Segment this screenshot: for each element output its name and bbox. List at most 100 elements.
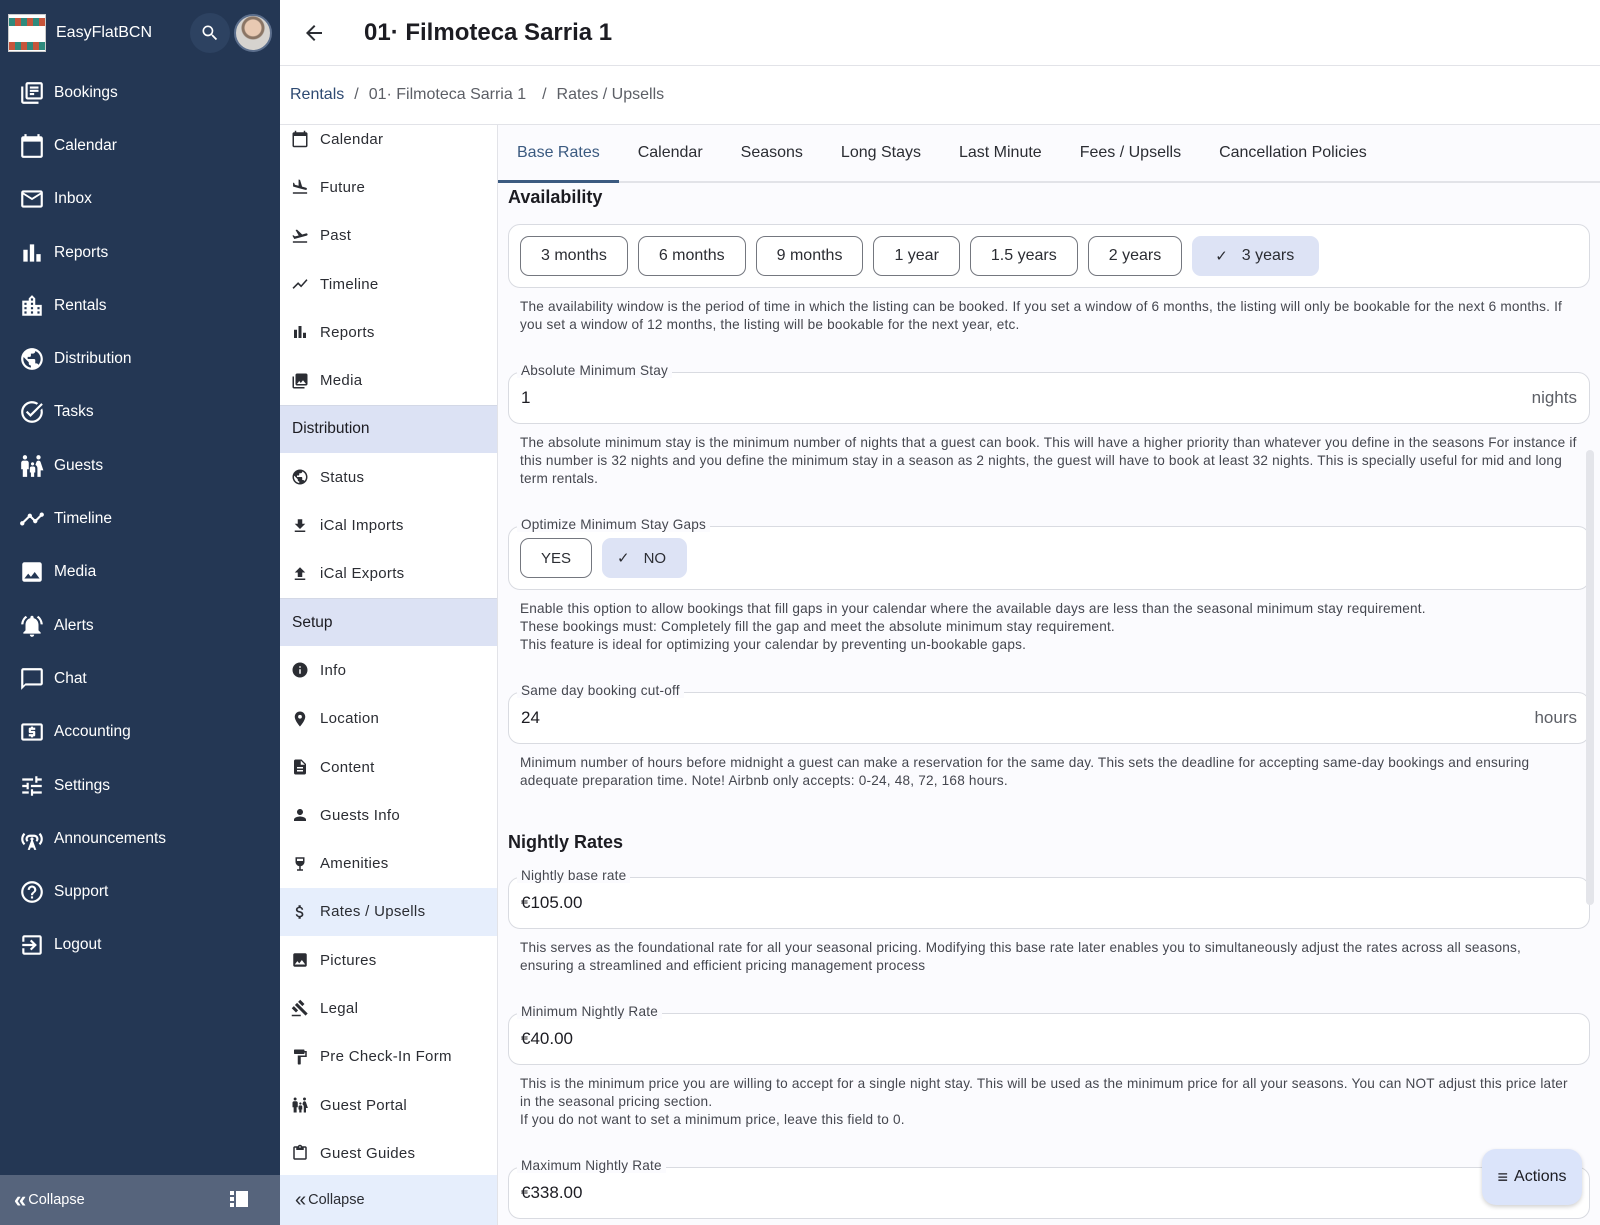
sub-item-reports[interactable]: Reports bbox=[280, 308, 497, 356]
trend-line-icon bbox=[292, 279, 308, 289]
sub-item-label: Rates / Upsells bbox=[320, 903, 426, 921]
availability-option-3-months[interactable]: 3 months bbox=[520, 236, 628, 276]
cutoff-suffix: hours bbox=[1534, 708, 1577, 727]
nav-label: Reports bbox=[54, 243, 109, 261]
min-stay-input[interactable] bbox=[521, 388, 1532, 408]
document-icon bbox=[294, 759, 306, 775]
availability-option-1-5-years[interactable]: 1.5 years bbox=[969, 236, 1078, 276]
tab-seasons[interactable]: Seasons bbox=[722, 125, 822, 181]
check-icon: ✓ bbox=[1215, 248, 1228, 265]
sub-item-status[interactable]: Status bbox=[280, 453, 497, 501]
optimize-gaps-yes[interactable]: YES bbox=[520, 538, 593, 578]
sub-item-label: iCal Exports bbox=[320, 565, 405, 583]
sub-item-amenities[interactable]: Amenities bbox=[280, 839, 497, 887]
sub-item-label: iCal Imports bbox=[320, 517, 404, 535]
availability-option-1-year[interactable]: 1 year bbox=[873, 236, 960, 276]
breadcrumb-rental[interactable]: 01· Filmoteca Sarria 1 bbox=[369, 86, 526, 104]
availability-option-6-months[interactable]: 6 months bbox=[637, 236, 746, 276]
user-avatar[interactable] bbox=[234, 14, 272, 52]
toggle-label: NO bbox=[643, 549, 667, 567]
sub-item-label: Reports bbox=[320, 323, 375, 341]
nav-item-rentals[interactable]: Rentals bbox=[0, 279, 280, 332]
back-button[interactable] bbox=[292, 11, 336, 55]
nav-item-timeline[interactable]: Timeline bbox=[0, 492, 280, 545]
min-stay-help: The absolute minimum stay is the minimum… bbox=[520, 435, 1577, 486]
tab-base-rates[interactable]: Base Rates bbox=[498, 125, 619, 183]
app-collapse-button[interactable]: « Collapse bbox=[0, 1175, 280, 1225]
money-icon bbox=[21, 723, 43, 741]
sub-item-pre-checkin-form[interactable]: Pre Check-In Form bbox=[280, 1033, 497, 1081]
brand-logo[interactable] bbox=[8, 14, 46, 52]
base-rate-input[interactable] bbox=[521, 893, 1577, 913]
nav-item-accounting[interactable]: Accounting bbox=[0, 706, 280, 759]
sub-item-label: Pre Check-In Form bbox=[320, 1048, 452, 1066]
nav-item-inbox[interactable]: Inbox bbox=[0, 173, 280, 226]
max-rate-input[interactable] bbox=[521, 1183, 1577, 1203]
sub-item-calendar[interactable]: Calendar bbox=[280, 125, 497, 163]
person-icon bbox=[294, 809, 306, 822]
nav-item-media[interactable]: Media bbox=[0, 546, 280, 599]
clipboard-icon bbox=[293, 1145, 307, 1161]
tab-fees-upsells[interactable]: Fees / Upsells bbox=[1061, 125, 1200, 181]
nav-item-settings[interactable]: Settings bbox=[0, 759, 280, 812]
nav-item-bookings[interactable]: Bookings bbox=[0, 66, 280, 119]
nav-item-guests[interactable]: Guests bbox=[0, 439, 280, 492]
sub-item-ical-imports[interactable]: iCal Imports bbox=[280, 501, 497, 549]
cutoff-input[interactable] bbox=[521, 708, 1535, 728]
sub-item-location[interactable]: Location bbox=[280, 695, 497, 743]
bar-chart-icon bbox=[23, 243, 41, 262]
app-sidebar: EasyFlatBCN Bookings Calendar Inbox Repo… bbox=[0, 0, 280, 1225]
sliders-icon bbox=[22, 775, 42, 796]
rental-sidebar-collapse-button[interactable]: « Collapse bbox=[280, 1175, 497, 1225]
sub-item-ical-exports[interactable]: iCal Exports bbox=[280, 550, 497, 598]
sub-item-content[interactable]: Content bbox=[280, 743, 497, 791]
tab-long-stays[interactable]: Long Stays bbox=[822, 125, 940, 181]
availability-option-2-years[interactable]: 2 years bbox=[1087, 236, 1183, 276]
help-line: Enable this option to allow bookings tha… bbox=[520, 601, 1426, 616]
nav-item-distribution[interactable]: Distribution bbox=[0, 332, 280, 385]
info-icon bbox=[292, 662, 308, 678]
breadcrumb-rentals[interactable]: Rentals bbox=[290, 86, 344, 104]
nav-item-calendar[interactable]: Calendar bbox=[0, 119, 280, 172]
sub-item-future[interactable]: Future bbox=[280, 163, 497, 211]
nav-label: Rentals bbox=[54, 296, 107, 314]
sub-item-pictures[interactable]: Pictures bbox=[280, 936, 497, 984]
content-scrollbar[interactable] bbox=[1586, 450, 1594, 905]
wine-glass-icon bbox=[295, 856, 305, 871]
tab-cancellation-policies[interactable]: Cancellation Policies bbox=[1200, 125, 1386, 181]
trend-line-icon bbox=[20, 512, 44, 526]
sub-item-guest-portal[interactable]: Guest Portal bbox=[280, 1081, 497, 1129]
sub-item-label: Guests Info bbox=[320, 806, 401, 824]
nav-item-tasks[interactable]: Tasks bbox=[0, 386, 280, 439]
nav-item-reports[interactable]: Reports bbox=[0, 226, 280, 279]
chip-label: 3 years bbox=[1241, 247, 1295, 264]
sub-item-media[interactable]: Media bbox=[280, 356, 497, 404]
tab-last-minute[interactable]: Last Minute bbox=[940, 125, 1061, 181]
global-search-button[interactable] bbox=[190, 13, 230, 53]
sub-item-legal[interactable]: Legal bbox=[280, 984, 497, 1032]
nav-item-support[interactable]: Support bbox=[0, 865, 280, 918]
optimize-gaps-no[interactable]: ✓ NO bbox=[602, 538, 688, 578]
min-rate-input[interactable] bbox=[521, 1029, 1577, 1049]
sub-item-info[interactable]: Info bbox=[280, 646, 497, 694]
arrow-back-icon bbox=[306, 24, 322, 41]
availability-option-9-months[interactable]: 9 months bbox=[755, 236, 864, 276]
nav-item-logout[interactable]: Logout bbox=[0, 919, 280, 972]
photo-library-icon bbox=[292, 373, 308, 389]
max-rate-label: Maximum Nightly Rate bbox=[517, 1158, 666, 1173]
sub-item-rates-upsells[interactable]: Rates / Upsells bbox=[280, 887, 497, 937]
actions-button[interactable]: ≡ Actions bbox=[1482, 1149, 1582, 1205]
nav-item-alerts[interactable]: Alerts bbox=[0, 599, 280, 652]
nav-item-announcements[interactable]: Announcements bbox=[0, 812, 280, 865]
availability-option-3-years[interactable]: ✓ 3 years bbox=[1192, 236, 1320, 276]
sub-item-timeline[interactable]: Timeline bbox=[280, 260, 497, 308]
sub-item-past[interactable]: Past bbox=[280, 212, 497, 260]
sub-item-guests-info[interactable]: Guests Info bbox=[280, 791, 497, 839]
upload-icon bbox=[294, 567, 306, 580]
sub-item-label: Status bbox=[320, 468, 365, 486]
double-chevron-left-icon: « bbox=[14, 1187, 27, 1212]
sidebar-dock-icon[interactable] bbox=[230, 1191, 248, 1207]
nav-item-chat[interactable]: Chat bbox=[0, 652, 280, 705]
tab-calendar[interactable]: Calendar bbox=[619, 125, 722, 181]
sub-item-guest-guides[interactable]: Guest Guides bbox=[280, 1129, 497, 1177]
